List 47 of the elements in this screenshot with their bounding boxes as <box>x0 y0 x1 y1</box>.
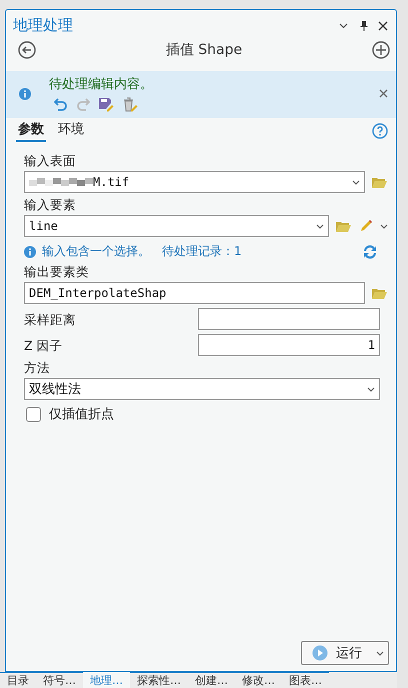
pencil-icon[interactable] <box>358 218 374 234</box>
field-label: 采样距离 <box>24 312 77 329</box>
caret-icon[interactable] <box>367 386 375 392</box>
back-icon[interactable] <box>18 41 36 59</box>
panel-tab[interactable]: 环境 <box>56 120 86 142</box>
tool-title: 插值 Shape <box>164 41 244 59</box>
checkbox[interactable] <box>26 406 41 422</box>
dock-tab[interactable]: 创建… <box>188 672 235 688</box>
input-field[interactable] <box>198 308 380 330</box>
input-field[interactable]: 1 <box>198 334 380 356</box>
play-icon <box>312 645 328 661</box>
panel-tab[interactable]: 参数 <box>16 120 46 142</box>
run-button[interactable]: 运行 <box>301 641 389 665</box>
dropdown-field[interactable]: M.tif <box>24 171 365 193</box>
caret-icon[interactable] <box>380 224 388 228</box>
close-icon[interactable] <box>378 20 388 30</box>
info-icon <box>19 88 31 100</box>
info-icon <box>24 246 36 258</box>
dock-tab[interactable]: 探索性… <box>130 672 188 688</box>
dock-tab[interactable]: 修改… <box>235 672 282 688</box>
caret-icon[interactable] <box>376 650 384 656</box>
dropdown-field[interactable]: 双线性法 <box>24 378 380 400</box>
field-label: 方法 <box>24 360 51 377</box>
field-label: Z 因子 <box>24 338 64 355</box>
selection-note: 输入包含一个选择。 <box>42 243 150 260</box>
caret-icon[interactable] <box>316 224 324 228</box>
save-edits-icon[interactable] <box>98 97 114 112</box>
pending-records: 待处理记录：1 <box>162 243 242 260</box>
caret-icon[interactable] <box>339 22 348 28</box>
refresh-icon[interactable] <box>362 244 378 260</box>
input-field[interactable]: DEM_InterpolateShap <box>24 282 365 304</box>
field-label: 输入要素 <box>24 197 77 214</box>
dock-tab[interactable]: 地理… <box>83 672 130 688</box>
help-icon[interactable] <box>372 123 388 139</box>
caret-icon[interactable] <box>352 180 360 184</box>
field-label: 输出要素类 <box>24 264 90 281</box>
add-icon[interactable] <box>372 41 390 59</box>
discard-edits-icon[interactable] <box>122 97 138 112</box>
pane-title: 地理处理 <box>13 16 74 35</box>
pin-icon[interactable] <box>360 20 368 31</box>
dock-tab[interactable]: 图表… <box>282 672 329 688</box>
dropdown-field[interactable]: line <box>24 215 329 237</box>
pending-edits-message: 待处理编辑内容。 <box>49 76 154 93</box>
checkbox-label: 仅插值折点 <box>49 406 114 423</box>
dock-tab[interactable]: 目录 <box>0 672 36 688</box>
field-label: 输入表面 <box>24 153 77 170</box>
undo-icon[interactable] <box>54 97 68 111</box>
